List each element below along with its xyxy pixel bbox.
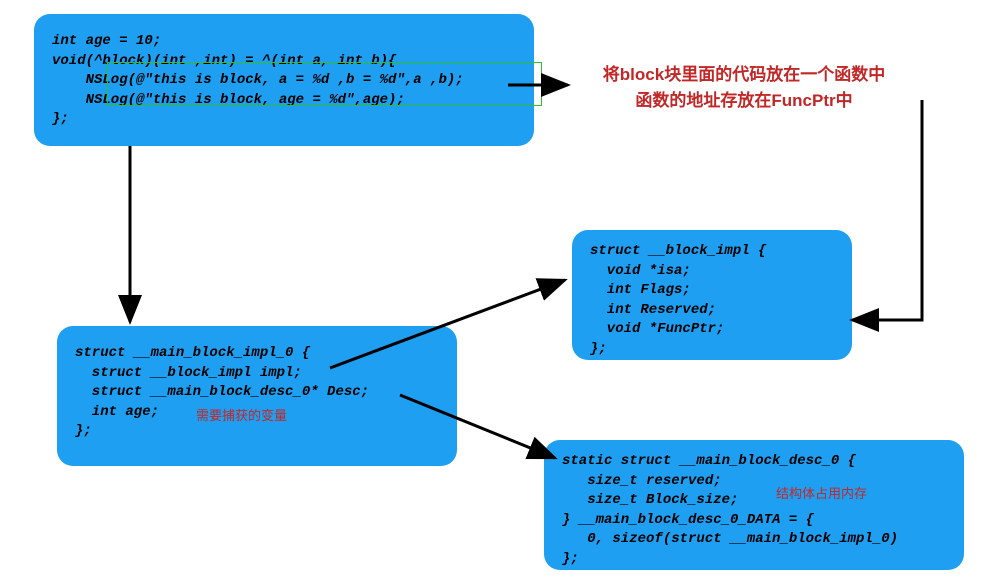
code-line: static struct __main_block_desc_0 { [562,453,856,469]
code-line: struct __main_block_impl_0 { [75,345,310,361]
code-box-right-bottom: static struct __main_block_desc_0 { size… [544,440,964,570]
code-line: } __main_block_desc_0_DATA = { [562,512,814,528]
annotation-line: 函数的地址存放在FuncPtr中 [635,91,852,110]
code-box-top: int age = 10; void(^block)(int ,int) = ^… [34,14,534,146]
code-right-top: struct __block_impl { void *isa; int Fla… [590,242,834,360]
code-right-bottom: static struct __main_block_desc_0 { size… [562,452,946,570]
code-left: struct __main_block_impl_0 { struct __bl… [75,344,439,442]
code-line: struct __main_block_desc_0* Desc; [75,384,369,400]
code-line: int Flags; [590,282,691,298]
code-line: size_t reserved; [562,473,722,489]
code-line: void *isa; [590,263,691,279]
code-line: }; [590,341,607,357]
annotation-line: 将block块里面的代码放在一个函数中 [603,65,885,84]
annotation-capture: 需要捕获的变量 [196,405,287,424]
code-line: size_t Block_size; [562,492,738,508]
code-line: struct __block_impl { [590,243,766,259]
code-line: struct __block_impl impl; [75,365,302,381]
annotation-memory: 结构体占用内存 [776,483,867,502]
code-line: }; [52,111,69,127]
code-box-right-top: struct __block_impl { void *isa; int Fla… [572,230,852,360]
code-line: int age = 10; [52,33,161,49]
code-line: int age; [75,404,159,420]
code-line: }; [75,423,92,439]
code-line: int Reserved; [590,302,716,318]
arrow-text-to-funcptr [852,100,922,320]
code-line: void *FuncPtr; [590,321,724,337]
code-line: }; [562,551,579,567]
annotation-main: 将block块里面的代码放在一个函数中 函数的地址存放在FuncPtr中 [574,62,914,113]
code-line: 0, sizeof(struct __main_block_impl_0) [562,531,898,547]
highlight-nslog [107,62,542,106]
code-box-left: struct __main_block_impl_0 { struct __bl… [57,326,457,466]
